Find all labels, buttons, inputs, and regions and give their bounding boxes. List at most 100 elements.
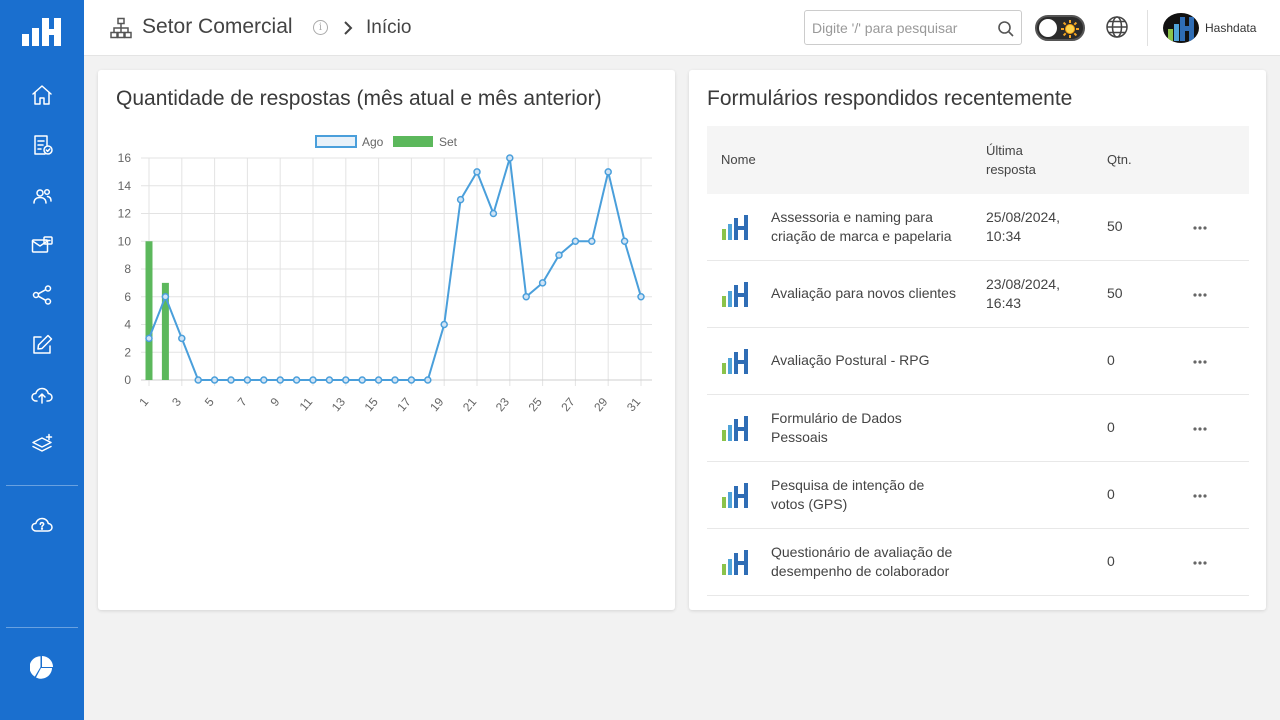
header-separator (1147, 10, 1148, 46)
data-point-ago[interactable] (473, 168, 481, 176)
info-icon[interactable]: i (313, 20, 328, 35)
sidebar-item-edit[interactable] (26, 329, 58, 361)
data-point-ago[interactable] (637, 293, 645, 301)
more-options-icon[interactable] (1192, 225, 1208, 231)
data-point-ago[interactable] (489, 209, 498, 218)
data-point-ago[interactable] (309, 376, 317, 384)
x-tick-label: 19 (427, 395, 447, 414)
data-point-ago[interactable] (194, 376, 202, 384)
data-point-ago[interactable] (620, 237, 629, 245)
data-point-ago[interactable] (604, 168, 612, 176)
more-options-icon[interactable] (1192, 359, 1208, 365)
data-point-ago[interactable] (506, 154, 514, 162)
form-name[interactable]: Avaliação Postural - RPG (771, 351, 961, 370)
table-row[interactable]: Pesquisa de intenção de votos (GPS) 0 (707, 462, 1249, 529)
sidebar-item-home[interactable] (26, 79, 58, 111)
language-globe-icon[interactable] (1105, 15, 1129, 39)
recent-forms-card: Formulários respondidos recentemente Nom… (689, 70, 1266, 610)
form-logo-icon (722, 282, 748, 307)
table-card-title: Formulários respondidos recentemente (707, 87, 1073, 110)
more-options-icon[interactable] (1192, 292, 1208, 298)
cloud-upload-icon (31, 387, 53, 404)
data-point-ago[interactable] (161, 293, 170, 301)
data-point-ago[interactable] (342, 376, 350, 384)
app-logo[interactable] (20, 14, 64, 48)
last-response-date: 25/08/2024, 10:34 (986, 208, 1060, 246)
sidebar-item-help[interactable] (26, 508, 58, 540)
column-header-last-response-2: resposta (986, 162, 1036, 177)
form-name[interactable]: Pesquisa de intenção de votos (GPS) (771, 476, 961, 514)
data-point-ago[interactable] (178, 334, 186, 343)
data-point-ago[interactable] (210, 376, 219, 384)
table-row[interactable]: Avaliação Postural - RPG 0 (707, 328, 1249, 395)
account-name[interactable]: Hashdata (1205, 21, 1256, 35)
form-name[interactable]: Assessoria e naming para criação de marca… (771, 208, 961, 246)
sidebar-item-layers[interactable] (26, 429, 58, 461)
search-icon[interactable] (997, 20, 1015, 38)
last-response-time-line: 10:34 (986, 228, 1022, 244)
y-tick-label: 14 (118, 179, 132, 193)
y-tick-label: 12 (118, 207, 132, 221)
sidebar-item-inbox[interactable] (26, 229, 58, 261)
table-row[interactable]: Questionário de avaliação de desempenho d… (707, 529, 1249, 596)
form-name[interactable]: Avaliação para novos clientes (771, 284, 961, 303)
form-name[interactable]: Formulário de Dados Pessoais (771, 409, 961, 447)
form-name[interactable]: Questionário de avaliação de desempenho d… (771, 543, 961, 581)
data-point-ago[interactable] (588, 237, 596, 245)
more-options-icon[interactable] (1192, 426, 1208, 432)
legend-swatch-set (393, 136, 433, 147)
form-check-icon (34, 135, 53, 155)
data-point-ago[interactable] (358, 376, 366, 384)
sidebar-item-reports[interactable] (26, 651, 58, 683)
data-point-ago[interactable] (571, 237, 580, 245)
data-point-ago[interactable] (424, 376, 432, 384)
x-tick-label: 17 (394, 395, 414, 414)
bar-set[interactable] (145, 241, 153, 380)
data-point-ago[interactable] (276, 376, 284, 384)
y-tick-label: 6 (124, 290, 131, 304)
data-point-ago[interactable] (440, 320, 448, 329)
data-point-ago[interactable] (391, 376, 399, 384)
data-point-ago[interactable] (555, 251, 563, 259)
sidebar-item-forms[interactable] (26, 129, 58, 161)
pie-chart-icon (30, 656, 53, 679)
form-logo-icon (722, 416, 748, 441)
data-point-ago[interactable] (538, 279, 547, 287)
table-row[interactable]: Assessoria e naming para criação de marca… (707, 194, 1249, 261)
edit-icon (33, 334, 53, 354)
search-box (804, 10, 1022, 45)
sidebar-item-upload[interactable] (26, 379, 58, 411)
data-point-ago[interactable] (407, 376, 416, 384)
users-icon (33, 188, 52, 204)
data-point-ago[interactable] (243, 376, 252, 384)
data-point-ago[interactable] (260, 376, 268, 384)
theme-toggle[interactable] (1035, 15, 1085, 41)
data-point-ago[interactable] (325, 376, 334, 384)
form-logo-icon (722, 215, 748, 240)
x-tick-label: 27 (558, 395, 578, 414)
sidebar-item-users[interactable] (26, 180, 58, 212)
x-tick-label: 31 (624, 395, 644, 414)
data-point-ago[interactable] (522, 293, 530, 301)
account-logo-icon (1168, 17, 1194, 41)
breadcrumb[interactable]: Início (366, 17, 411, 39)
data-point-ago[interactable] (374, 376, 383, 384)
last-response-time-line: 16:43 (986, 295, 1022, 311)
toggle-knob (1039, 19, 1057, 37)
table-row[interactable]: Formulário de Dados Pessoais 0 (707, 395, 1249, 462)
more-options-icon[interactable] (1192, 560, 1208, 566)
x-tick-label: 21 (460, 395, 480, 414)
more-options-icon[interactable] (1192, 493, 1208, 499)
legend-label-ago: Ago (362, 135, 384, 149)
avatar[interactable] (1163, 13, 1199, 43)
inbox-icon (31, 236, 53, 253)
sidebar-item-share[interactable] (26, 279, 58, 311)
table-row[interactable]: Avaliação para novos clientes 23/08/2024,… (707, 261, 1249, 328)
form-name-line: criação de marca e papelaria (771, 228, 952, 244)
data-point-ago[interactable] (145, 334, 153, 343)
data-point-ago[interactable] (456, 195, 465, 204)
search-input[interactable] (812, 18, 992, 38)
data-point-ago[interactable] (292, 376, 301, 384)
top-header: Setor Comercial i Início Hashdata (84, 0, 1280, 56)
data-point-ago[interactable] (227, 376, 235, 384)
